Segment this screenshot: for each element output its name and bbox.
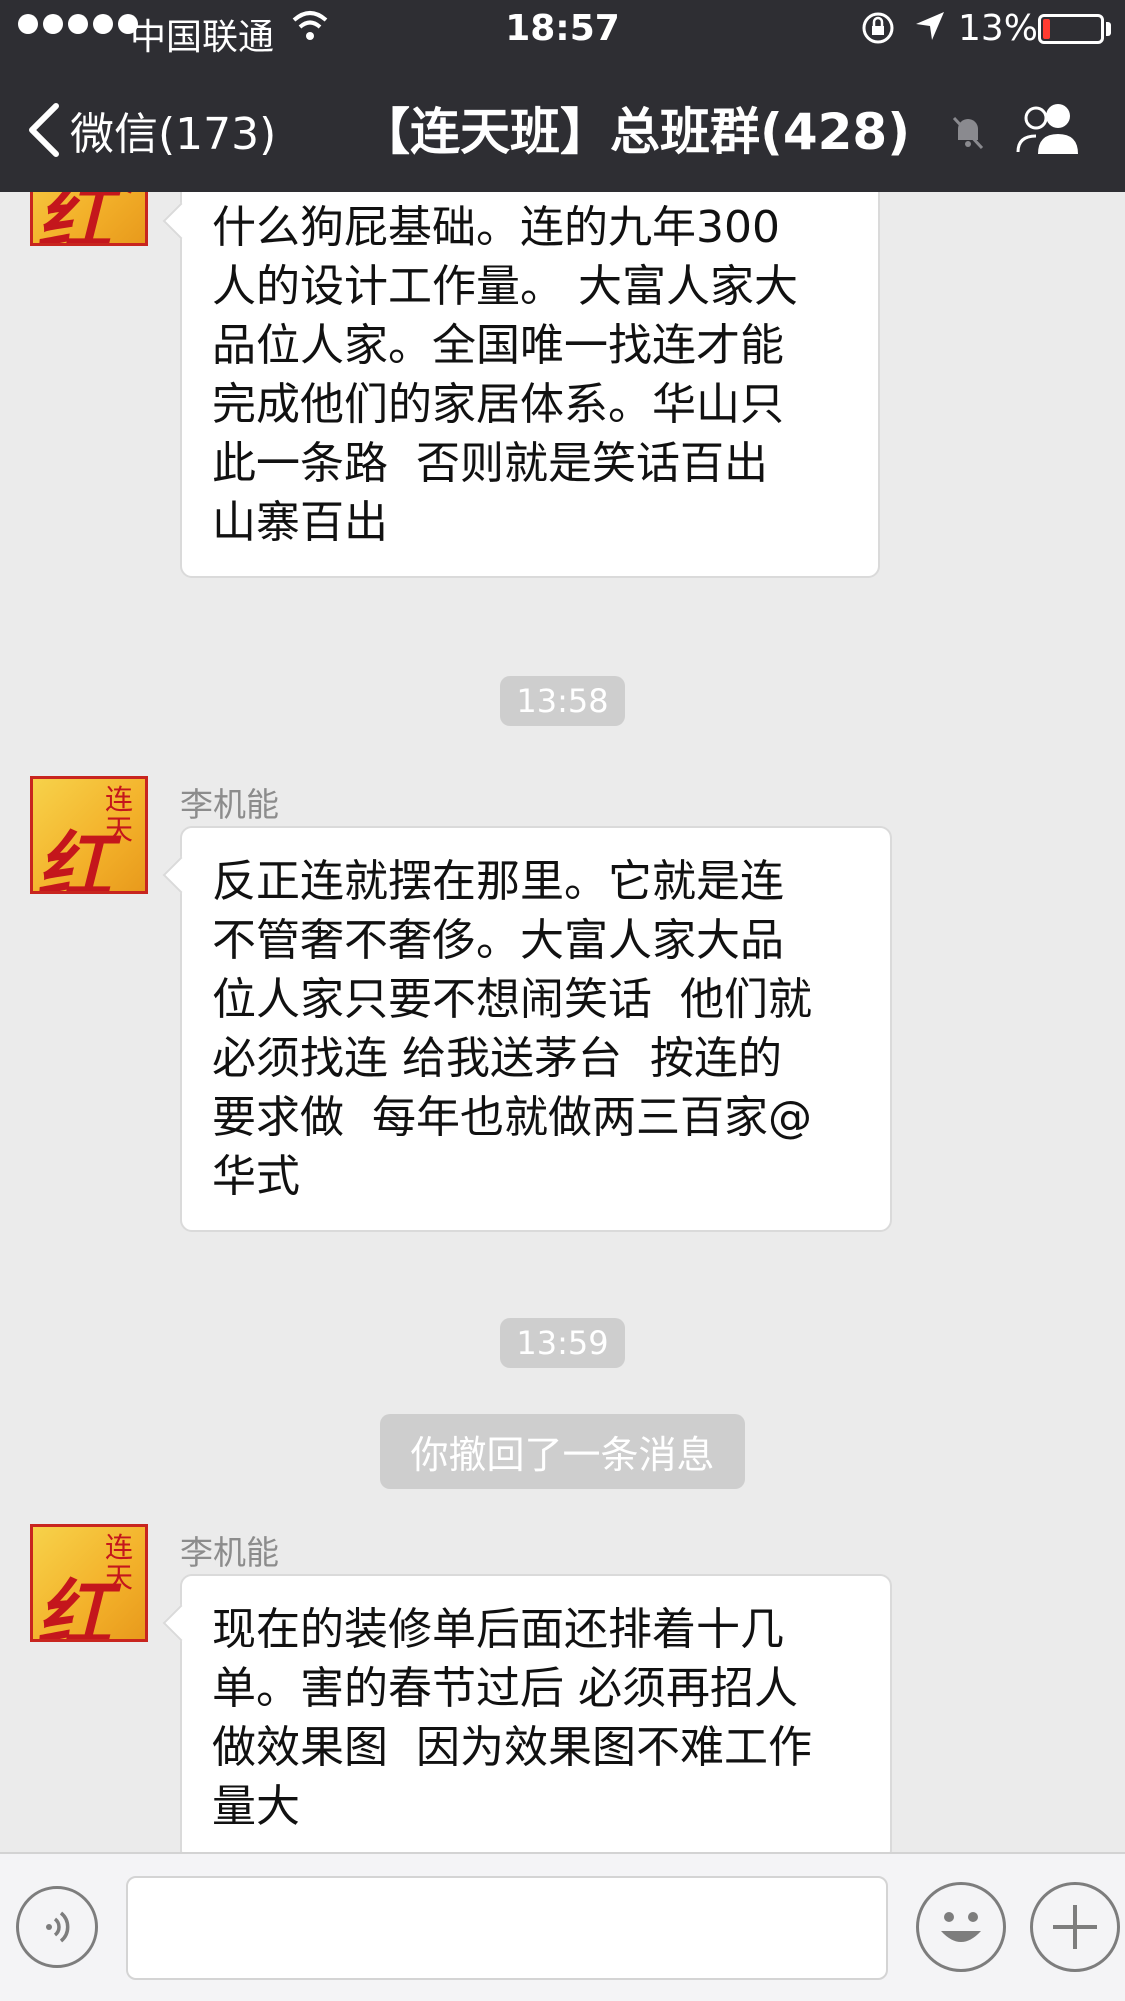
battery-level-fill [1043, 19, 1050, 39]
avatar[interactable]: 红 连天 [30, 1524, 148, 1642]
message-line: 华式 [212, 1151, 300, 1202]
avatar-glyph: 连天 [105, 192, 135, 197]
chat-title: 【连天班】总班群(428) [360, 103, 911, 161]
status-time: 18:57 [505, 8, 620, 49]
avatar-glyph: 连天 [105, 783, 134, 846]
mute-bell-icon [948, 112, 988, 156]
message-bubble[interactable]: 现在的装修单后面还排着十几 单。害的春节过后 必须再招人 做效果图 因为效果图不… [180, 1574, 892, 1852]
message-line: 单。害的春节过后 必须再招人 [212, 1663, 798, 1714]
message-line: 品位人家。全国唯一找连才能 [212, 320, 784, 371]
avatar[interactable]: 红 连天 [30, 192, 148, 246]
avatar-glyph: 红 [37, 1572, 111, 1642]
back-button[interactable]: 微信(173) [26, 98, 276, 162]
plus-icon[interactable] [1030, 1882, 1120, 1972]
timestamp-label: 13:59 [500, 1318, 625, 1368]
battery-icon [1038, 14, 1104, 44]
nav-bar: 微信(173) 【连天班】总班群(428) [0, 60, 1125, 192]
message-input[interactable] [126, 1876, 888, 1980]
sender-name: 李机能 [180, 1533, 279, 1572]
message-bubble[interactable]: 什么狗屁基础。连的九年300 人的设计工作量。 大富人家大 品位人家。全国唯一找… [180, 192, 880, 578]
message-line: 位人家只要不想闹笑话 他们就 [212, 974, 812, 1025]
message-line: 量大 [212, 1781, 300, 1832]
system-message-label: 你撤回了一条消息 [380, 1414, 745, 1489]
message-line: 反正连就摆在那里。它就是连 [212, 856, 784, 907]
message-line: 不管奢不奢侈。大富人家大品 [212, 915, 784, 966]
battery-cap [1106, 22, 1111, 36]
location-arrow-icon [912, 6, 948, 55]
sender-name: 李机能 [180, 785, 279, 824]
top-bar: 中国联通 18:57 13% 微信(173) 【连天班】总班群(428) [0, 0, 1125, 192]
message-bubble[interactable]: 反正连就摆在那里。它就是连 不管奢不奢侈。大富人家大品 位人家只要不想闹笑话 他… [180, 826, 892, 1232]
timestamp-label: 13:58 [500, 676, 625, 726]
emoji-icon[interactable] [916, 1882, 1006, 1972]
group-members-icon[interactable] [1012, 98, 1086, 162]
avatar-glyph: 连天 [105, 1531, 134, 1594]
message-line: 什么狗屁基础。连的九年300 [212, 202, 780, 253]
timestamp: 13:59 [0, 1318, 1125, 1368]
message-line: 此一条路 否则就是笑话百出 [212, 438, 768, 489]
status-bar: 中国联通 18:57 13% [0, 0, 1125, 60]
chevron-left-icon [29, 103, 59, 157]
back-label: 微信(173) [70, 109, 277, 160]
voice-icon[interactable] [16, 1886, 98, 1968]
battery-percent: 13% [958, 8, 1039, 49]
rotation-lock-icon [858, 6, 898, 55]
message-line: 做效果图 因为效果图不难工作 [212, 1722, 812, 1773]
message-line: 完成他们的家居体系。华山只 [212, 379, 784, 430]
message-line: 要求做 每年也就做两三百家@ [212, 1092, 812, 1143]
avatar-glyph: 红 [37, 824, 111, 894]
chat-messages-area[interactable]: 红 连天 什么狗屁基础。连的九年300 人的设计工作量。 大富人家大 品位人家。… [0, 192, 1125, 1852]
avatar-glyph: 红 [37, 192, 111, 246]
message-line: 人的设计工作量。 大富人家大 [212, 261, 798, 312]
system-message: 你撤回了一条消息 [0, 1414, 1125, 1489]
avatar[interactable]: 红 连天 [30, 776, 148, 894]
input-bar [0, 1852, 1125, 2001]
message-line: 现在的装修单后面还排着十几 [212, 1604, 784, 1655]
message-line: 必须找连 给我送茅台 按连的 [212, 1033, 782, 1084]
message-line: 山寨百出 [212, 497, 388, 548]
timestamp: 13:58 [0, 676, 1125, 726]
